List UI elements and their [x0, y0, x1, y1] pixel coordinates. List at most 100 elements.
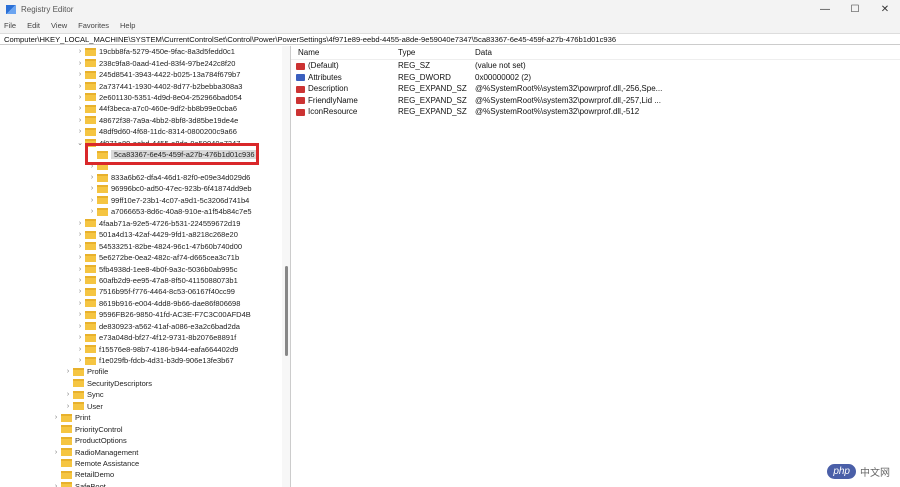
- tree-item[interactable]: › 19cbb8fa-5279-450e-9fac-8a3d5fedd0c1: [0, 46, 282, 57]
- tree-item[interactable]: Remote Assistance: [0, 458, 282, 469]
- expand-arrow-icon[interactable]: ⌄: [76, 139, 84, 147]
- expand-arrow-icon[interactable]: ›: [76, 105, 84, 112]
- tree-item[interactable]: › 4faab71a-92e5-4726-b531-224559672d19: [0, 218, 282, 229]
- tree-item[interactable]: ProductOptions: [0, 435, 282, 446]
- tree-item[interactable]: › RadioManagement: [0, 446, 282, 457]
- expand-arrow-icon[interactable]: ›: [76, 71, 84, 78]
- tree-item[interactable]: › 833a6b62-dfa4-46d1-82f0-e09e34d029d6: [0, 172, 282, 183]
- tree-item-label: 48672f38-7a9a-4bb2-8bf8-3d85be19de4e: [99, 115, 239, 125]
- column-type[interactable]: Type: [398, 48, 475, 57]
- tree-item[interactable]: › 60afb2d9-ee95-47a8-8f50-4115088073b1: [0, 275, 282, 286]
- expand-arrow-icon[interactable]: ›: [76, 277, 84, 284]
- tree-scrollbar[interactable]: [282, 46, 290, 487]
- tree-item[interactable]: › de830923-a562-41af-a086-e3a2c6bad2da: [0, 321, 282, 332]
- tree-item[interactable]: › e73a048d-bf27-4f12-9731-8b2076e8891f: [0, 332, 282, 343]
- expand-arrow-icon[interactable]: ›: [76, 231, 84, 238]
- expand-arrow-icon[interactable]: ›: [88, 174, 96, 181]
- tree-item-label: 19cbb8fa-5279-450e-9fac-8a3d5fedd0c1: [99, 47, 235, 57]
- highlight-box: [85, 143, 259, 165]
- maximize-button[interactable]: ☐: [840, 0, 870, 18]
- expand-arrow-icon[interactable]: ›: [64, 391, 72, 398]
- value-row[interactable]: IconResource REG_EXPAND_SZ @%SystemRoot%\s…: [291, 106, 900, 118]
- expand-arrow-icon[interactable]: ›: [76, 128, 84, 135]
- value-row[interactable]: FriendlyName REG_EXPAND_SZ @%SystemRoot%\s…: [291, 95, 900, 107]
- expand-arrow-icon[interactable]: ›: [76, 220, 84, 227]
- expand-arrow-icon[interactable]: ›: [76, 311, 84, 318]
- expand-arrow-icon[interactable]: ›: [76, 60, 84, 67]
- menu-view[interactable]: View: [51, 21, 67, 30]
- tree-item[interactable]: › 5fb4938d-1ee8-4b0f-9a3c-5036b0ab995c: [0, 263, 282, 274]
- expand-arrow-icon[interactable]: ›: [76, 117, 84, 124]
- tree-item[interactable]: › 501a4d13-42af-4429-9fd1-a8218c268e20: [0, 229, 282, 240]
- tree-item[interactable]: › 2a737441-1930-4402-8d77-b2bebba308a3: [0, 80, 282, 91]
- tree-item[interactable]: SecurityDescriptors: [0, 378, 282, 389]
- tree-item[interactable]: › 9596FB26-9850-41fd-AC3E-F7C3C00AFD4B: [0, 309, 282, 320]
- tree-item[interactable]: › f15576e8-98b7-4186-b944-eafa664402d9: [0, 343, 282, 354]
- tree-item[interactable]: RetailDemo: [0, 469, 282, 480]
- menu-edit[interactable]: Edit: [27, 21, 40, 30]
- value-row[interactable]: Description REG_EXPAND_SZ @%SystemRoot%\sy…: [291, 83, 900, 95]
- expand-arrow-icon[interactable]: ›: [88, 208, 96, 215]
- tree-item[interactable]: PriorityControl: [0, 423, 282, 434]
- value-data: @%SystemRoot%\system32\powrprof.dll,-512: [475, 107, 640, 117]
- value-row[interactable]: Attributes REG_DWORD 0x00000002 (2): [291, 72, 900, 84]
- expand-arrow-icon[interactable]: ›: [76, 323, 84, 330]
- expand-arrow-icon[interactable]: ›: [52, 483, 60, 487]
- tree-item[interactable]: › 99ff10e7-23b1-4c07-a9d1-5c3206d741b4: [0, 195, 282, 206]
- expand-arrow-icon[interactable]: ›: [76, 346, 84, 353]
- expand-arrow-icon[interactable]: ›: [52, 414, 60, 421]
- menu-help[interactable]: Help: [120, 21, 135, 30]
- tree-item[interactable]: › 2e601130-5351-4d9d-8e04-252966bad054: [0, 92, 282, 103]
- tree-item[interactable]: › 8619b916-e004-4dd8-9b66-dae86f806698: [0, 298, 282, 309]
- tree-item[interactable]: › 238c9fa8-0aad-41ed-83f4-97be242c8f20: [0, 57, 282, 68]
- expand-arrow-icon[interactable]: ›: [76, 48, 84, 55]
- tree-item[interactable]: › User: [0, 401, 282, 412]
- value-row[interactable]: (Default) REG_SZ (value not set): [291, 60, 900, 72]
- tree-item[interactable]: › Sync: [0, 389, 282, 400]
- expand-arrow-icon[interactable]: ›: [76, 83, 84, 90]
- tree-item[interactable]: › 48df9d60-4f68-11dc-8314-0800200c9a66: [0, 126, 282, 137]
- expand-arrow-icon[interactable]: ›: [76, 94, 84, 101]
- expand-arrow-icon[interactable]: ›: [76, 254, 84, 261]
- registry-editor-icon: [6, 4, 16, 14]
- column-data[interactable]: Data: [475, 48, 900, 57]
- expand-arrow-icon[interactable]: ›: [64, 403, 72, 410]
- tree-item-label: 5fb4938d-1ee8-4b0f-9a3c-5036b0ab995c: [99, 264, 238, 274]
- tree-item[interactable]: › 245d8541-3943-4422-b025-13a784f679b7: [0, 69, 282, 80]
- tree-item-label: 501a4d13-42af-4429-9fd1-a8218c268e20: [99, 230, 238, 240]
- column-name[interactable]: Name: [291, 48, 398, 57]
- folder-icon: [85, 265, 96, 274]
- tree-item[interactable]: › 7516b95f-f776-4464-8c53-06167f40cc99: [0, 286, 282, 297]
- tree-item-label: RadioManagement: [75, 447, 139, 457]
- tree-item[interactable]: › 48672f38-7a9a-4bb2-8bf8-3d85be19de4e: [0, 115, 282, 126]
- tree-item[interactable]: › a7066653-8d6c-40a8-910e-a1f54b84c7e5: [0, 206, 282, 217]
- menu-file[interactable]: File: [4, 21, 16, 30]
- expand-arrow-icon[interactable]: ›: [64, 368, 72, 375]
- value-name: Description: [308, 84, 349, 94]
- address-bar[interactable]: Computer\HKEY_LOCAL_MACHINE\SYSTEM\Curre…: [0, 33, 900, 45]
- tree-item[interactable]: › Profile: [0, 366, 282, 377]
- scrollbar-thumb[interactable]: [285, 266, 288, 356]
- menu-favorites[interactable]: Favorites: [78, 21, 109, 30]
- tree-item[interactable]: › 5e6272be-0ea2-482c-af74-d665cea3c71b: [0, 252, 282, 263]
- folder-icon: [61, 425, 72, 434]
- expand-arrow-icon[interactable]: ›: [76, 243, 84, 250]
- expand-arrow-icon[interactable]: ›: [76, 357, 84, 364]
- tree-item[interactable]: › 54533251-82be-4824-96c1-47b60b740d00: [0, 240, 282, 251]
- expand-arrow-icon[interactable]: ›: [76, 334, 84, 341]
- tree-item[interactable]: › 96996bc0-ad50-47ec-923b-6f41874dd9eb: [0, 183, 282, 194]
- expand-arrow-icon[interactable]: ›: [76, 288, 84, 295]
- expand-arrow-icon[interactable]: ›: [88, 197, 96, 204]
- tree-item[interactable]: › Print: [0, 412, 282, 423]
- tree-item[interactable]: › SafeBoot: [0, 481, 282, 487]
- tree-item[interactable]: › f1e029fb-fdcb-4d31-b3d9-906e13fe3b67: [0, 355, 282, 366]
- minimize-button[interactable]: —: [810, 0, 840, 18]
- tree-item[interactable]: › 44f3beca-a7c0-460e-9df2-bb8b99e0cba6: [0, 103, 282, 114]
- values-pane: Name Type Data (Default) REG_SZ (value not…: [291, 46, 900, 487]
- expand-arrow-icon[interactable]: ›: [76, 266, 84, 273]
- expand-arrow-icon[interactable]: ›: [88, 185, 96, 192]
- expand-arrow-icon[interactable]: ›: [76, 300, 84, 307]
- close-button[interactable]: ✕: [870, 0, 900, 18]
- tree-item-label: 9596FB26-9850-41fd-AC3E-F7C3C00AFD4B: [99, 310, 251, 320]
- expand-arrow-icon[interactable]: ›: [52, 449, 60, 456]
